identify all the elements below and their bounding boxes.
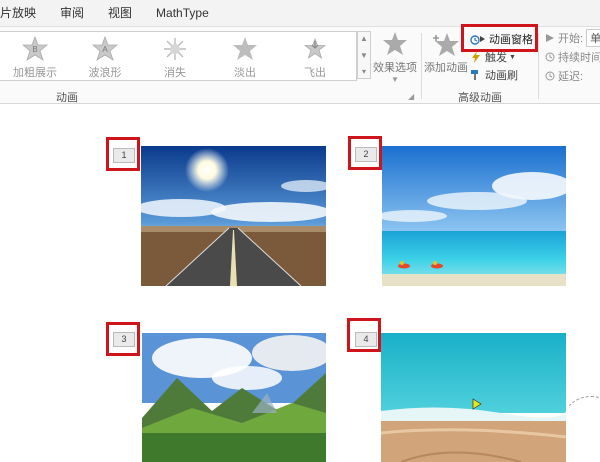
animation-order-highlight [347, 318, 381, 352]
start-play-icon [546, 34, 554, 42]
tab-mathtype[interactable]: MathType [144, 0, 221, 26]
picture-shore[interactable] [381, 333, 566, 462]
effect-options-label: 效果选项 [373, 62, 417, 74]
animation-group-label: 动画 [56, 92, 78, 104]
add-animation-label: 添加动画 [424, 62, 468, 74]
tab-view[interactable]: 视图 [96, 0, 144, 26]
scroll-up-icon[interactable]: ▲ [360, 34, 368, 43]
tab-review[interactable]: 审阅 [48, 0, 96, 26]
gallery-label-disappear: 消失 [164, 67, 186, 79]
advanced-animation-group-label: 高级动画 [458, 92, 502, 104]
fly-out-star-icon [303, 37, 327, 59]
gallery-label-fade-out: 淡出 [234, 67, 256, 79]
chevron-down-icon: ▼ [509, 53, 516, 61]
start-label: 开始: [558, 33, 584, 45]
gallery-letter-b: B [32, 45, 37, 54]
add-animation-star-icon [433, 33, 459, 56]
picture-road[interactable] [141, 146, 326, 286]
gallery-letter-a: A [102, 45, 108, 54]
picture-mountains[interactable] [142, 333, 326, 462]
scroll-down-icon[interactable]: ▼ [360, 51, 368, 60]
beach-shore-image [381, 333, 566, 462]
animation-gallery: B 加粗展示 A 波浪形 消失 淡出 飞出 [0, 31, 357, 81]
disappear-burst-icon [164, 38, 186, 60]
duration-control[interactable]: 持续时间 [545, 48, 600, 66]
dialog-launcher-icon[interactable]: ◢ [408, 92, 414, 101]
start-control[interactable]: 开始: 单 [545, 29, 600, 47]
gallery-item-fly-out[interactable]: 飞出 [280, 32, 350, 80]
gallery-item-fade-out[interactable]: 淡出 [210, 32, 280, 80]
delay-control[interactable]: 延迟: [545, 67, 583, 85]
menu-bar: 片放映 审阅 视图 MathType [0, 0, 600, 27]
delay-label: 延迟: [558, 71, 584, 83]
gallery-item-bold-emphasis[interactable]: B 加粗展示 [0, 32, 70, 80]
animation-order-highlight [106, 322, 140, 356]
animation-order-highlight [106, 137, 140, 171]
gallery-label-bold: 加粗展示 [13, 67, 57, 79]
animation-pane-highlight [461, 24, 538, 52]
mountain-meadow-image [142, 333, 326, 462]
gallery-item-wave[interactable]: A 波浪形 [70, 32, 140, 80]
chevron-down-icon: ▼ [391, 75, 399, 84]
delay-clock-icon [545, 71, 555, 81]
animation-painter-brush-icon [471, 70, 478, 80]
duration-label: 持续时间 [558, 52, 600, 64]
picture-beach[interactable] [382, 146, 566, 286]
ribbon-divider [538, 33, 539, 99]
road-sky-image [141, 146, 326, 286]
effect-options-button[interactable]: 效果选项 ▼ [372, 31, 418, 95]
animation-painter-button[interactable]: 动画刷 [470, 66, 518, 84]
animation-order-highlight [348, 136, 382, 170]
gallery-item-disappear[interactable]: 消失 [140, 32, 210, 80]
gallery-label-wave: 波浪形 [88, 67, 122, 79]
wave-star-icon: A [92, 36, 118, 61]
gallery-expand-icon[interactable]: ▾ [362, 67, 366, 76]
animation-painter-label: 动画刷 [485, 70, 518, 82]
duration-clock-icon [545, 52, 555, 62]
gallery-label-fly-out: 飞出 [304, 67, 326, 79]
start-value-select[interactable]: 单 [586, 29, 600, 47]
emphasis-bold-star-icon: B [22, 36, 48, 61]
beach-sea-image [382, 146, 566, 286]
effect-options-star-icon [383, 32, 407, 55]
ribbon-divider [421, 33, 422, 99]
tab-slideshow[interactable]: 片放映 [0, 0, 48, 26]
trigger-lightning-icon [472, 51, 480, 63]
gallery-scrollbar[interactable]: ▲ ▼ ▾ [357, 31, 371, 79]
fade-out-star-icon [233, 37, 257, 60]
